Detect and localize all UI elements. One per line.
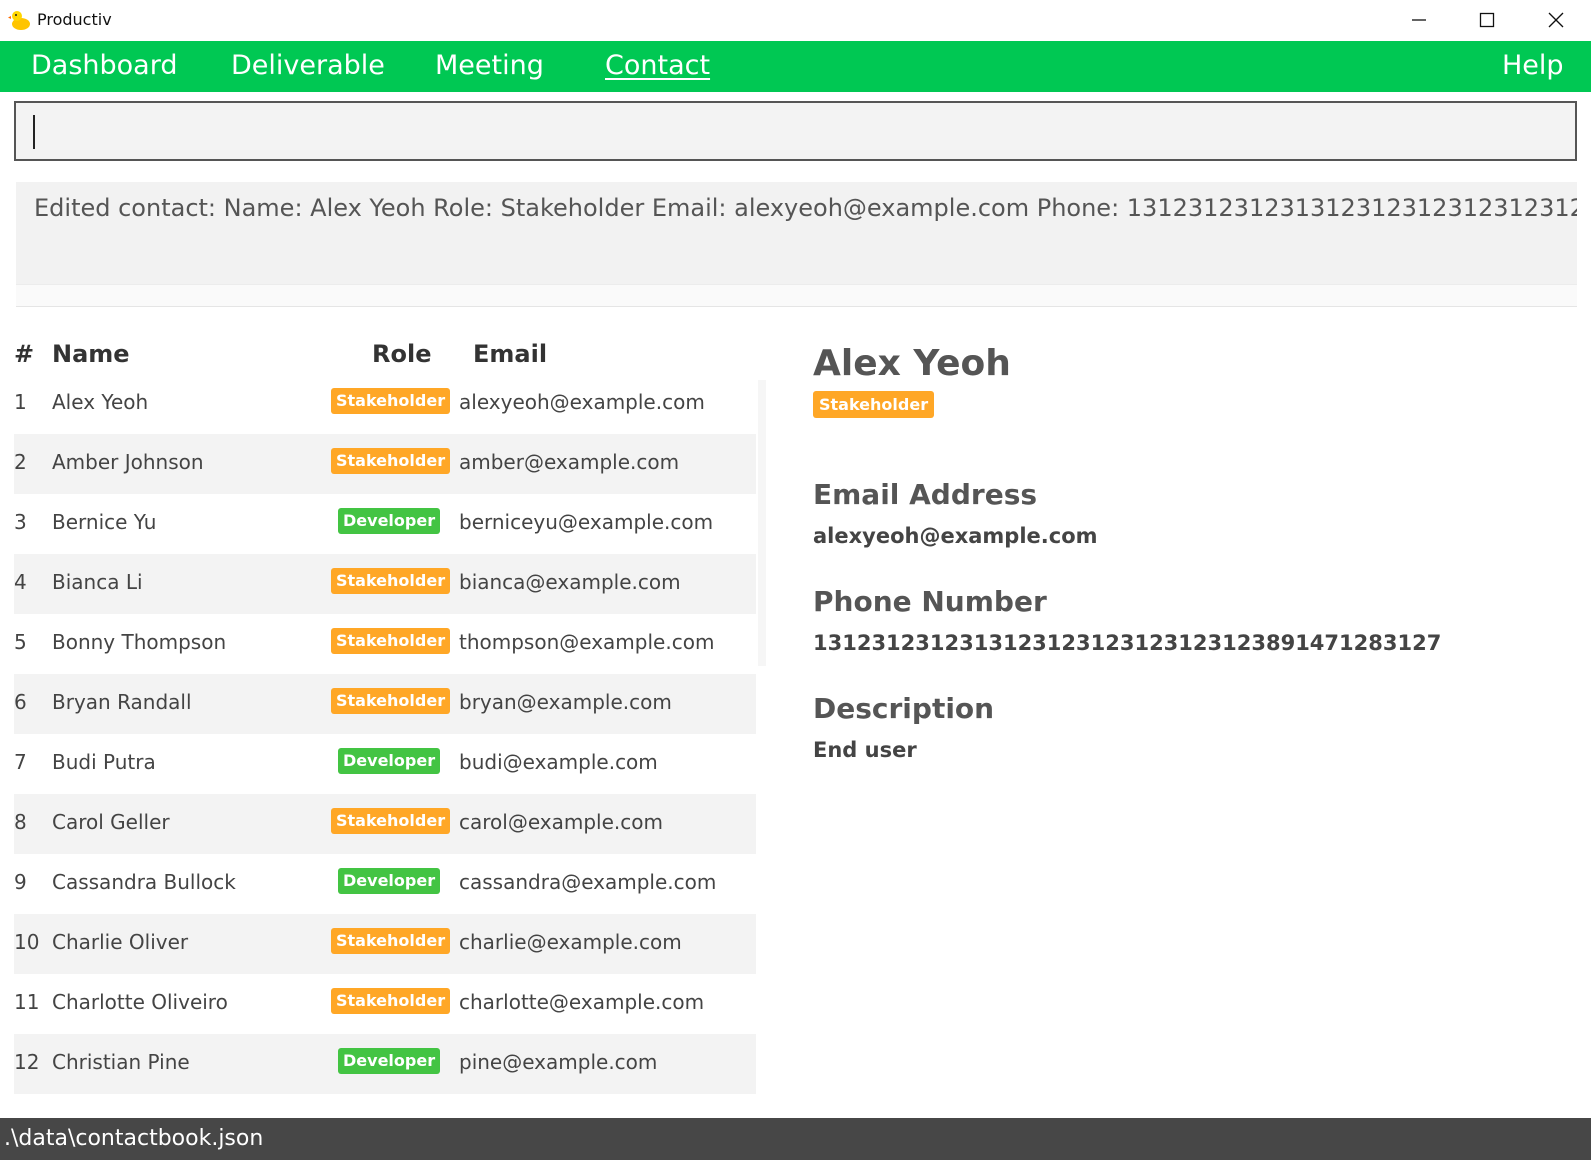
contact-name: Bryan Randall	[52, 690, 192, 714]
role-badge: Developer	[338, 868, 441, 894]
contact-row[interactable]: 2 Amber Johnson Stakeholder amber@example.c…	[14, 434, 756, 494]
role-badge: Stakeholder	[331, 628, 451, 654]
contact-name: Bernice Yu	[52, 510, 157, 534]
menu-bar: Dashboard Deliverable Meeting Contact He…	[0, 41, 1591, 92]
menu-dashboard[interactable]: Dashboard	[31, 50, 177, 82]
contact-name: Carol Geller	[52, 810, 170, 834]
header-role: Role	[372, 340, 432, 368]
menu-deliverable[interactable]: Deliverable	[231, 50, 385, 82]
contact-email: carol@example.com	[459, 810, 663, 834]
detail-email-value: alexyeoh@example.com	[813, 524, 1098, 548]
close-icon	[1548, 12, 1564, 28]
save-file-path: .\data\contactbook.json	[4, 1126, 264, 1151]
contact-row[interactable]: 6 Bryan Randall Stakeholder bryan@example.c…	[14, 674, 756, 734]
contact-email: charlotte@example.com	[459, 990, 705, 1014]
contact-email: budi@example.com	[459, 750, 658, 774]
contact-email: cassandra@example.com	[459, 870, 717, 894]
contact-name: Charlie Oliver	[52, 930, 189, 954]
minimize-button[interactable]	[1384, 0, 1454, 40]
contact-name: Christian Pine	[52, 1050, 190, 1074]
contact-name: Cassandra Bullock	[52, 870, 236, 894]
role-badge: Stakeholder	[331, 928, 451, 954]
contact-index: 9	[14, 870, 27, 894]
contact-row[interactable]: 1 Alex Yeoh Stakeholder alexyeoh@example.co…	[14, 374, 756, 434]
contact-row[interactable]: 12 Christian Pine Developer pine@example.co…	[14, 1034, 756, 1094]
contact-list: 1 Alex Yeoh Stakeholder alexyeoh@example.co…	[14, 374, 756, 1094]
contact-name: Bonny Thompson	[52, 630, 227, 654]
maximize-icon	[1479, 12, 1495, 28]
role-badge: Developer	[338, 1048, 441, 1074]
contact-index: 6	[14, 690, 27, 714]
menu-help[interactable]: Help	[1502, 50, 1564, 82]
result-display: Edited contact: Name: Alex Yeoh Role: St…	[16, 182, 1577, 307]
contact-name: Bianca Li	[52, 570, 143, 594]
header-email: Email	[473, 340, 548, 368]
contact-email: bianca@example.com	[459, 570, 681, 594]
contact-name: Charlotte Oliveiro	[52, 990, 228, 1014]
app-title: Productiv	[37, 10, 112, 29]
contact-index: 7	[14, 750, 27, 774]
role-badge: Developer	[338, 508, 441, 534]
contact-row[interactable]: 5 Bonny Thompson Stakeholder thompson@examp…	[14, 614, 756, 674]
contact-row[interactable]: 10 Charlie Oliver Stakeholder charlie@examp…	[14, 914, 756, 974]
command-input[interactable]	[14, 101, 1577, 161]
role-badge: Developer	[338, 748, 441, 774]
role-badge: Stakeholder	[331, 688, 451, 714]
contact-index: 8	[14, 810, 27, 834]
contact-row[interactable]: 7 Budi Putra Developer budi@example.com	[14, 734, 756, 794]
contact-email: amber@example.com	[459, 450, 680, 474]
contact-name: Budi Putra	[52, 750, 156, 774]
close-button[interactable]	[1521, 0, 1591, 40]
role-badge: Stakeholder	[331, 568, 451, 594]
title-bar: Productiv	[0, 0, 1591, 41]
contact-email: pine@example.com	[459, 1050, 658, 1074]
role-badge: Stakeholder	[331, 808, 451, 834]
text-caret	[33, 115, 35, 149]
detail-name: Alex Yeoh	[813, 343, 1011, 384]
contact-index: 5	[14, 630, 27, 654]
contact-index: 12	[14, 1050, 40, 1074]
rubber-duck-icon	[8, 11, 30, 30]
menu-meeting[interactable]: Meeting	[435, 50, 544, 82]
detail-description-label: Description	[813, 692, 995, 725]
contact-row[interactable]: 9 Cassandra Bullock Developer cassandra@exa…	[14, 854, 756, 914]
contact-name: Amber Johnson	[52, 450, 204, 474]
detail-phone-label: Phone Number	[813, 585, 1047, 618]
menu-contact[interactable]: Contact	[605, 50, 710, 82]
contact-index: 11	[14, 990, 40, 1014]
contact-email: thompson@example.com	[459, 630, 715, 654]
contact-index: 4	[14, 570, 27, 594]
contact-index: 1	[14, 390, 27, 414]
minimize-icon	[1412, 19, 1426, 21]
contact-row[interactable]: 3 Bernice Yu Developer berniceyu@example.co…	[14, 494, 756, 554]
role-badge: Stakeholder	[331, 448, 451, 474]
role-badge: Stakeholder	[331, 388, 451, 414]
detail-phone-value: 1312312312313123123123123123123891471283…	[813, 631, 1442, 655]
contact-index: 10	[14, 930, 40, 954]
result-message: Edited contact: Name: Alex Yeoh Role: St…	[34, 194, 1577, 222]
role-badge: Stakeholder	[331, 988, 451, 1014]
contact-row[interactable]: 4 Bianca Li Stakeholder bianca@example.com	[14, 554, 756, 614]
contact-row[interactable]: 11 Charlotte Oliveiro Stakeholder charlotte…	[14, 974, 756, 1034]
header-name: Name	[52, 340, 130, 368]
contact-name: Alex Yeoh	[52, 390, 149, 414]
header-index: #	[14, 340, 35, 368]
status-bar: .\data\contactbook.json	[0, 1118, 1591, 1160]
maximize-button[interactable]	[1452, 0, 1522, 40]
contact-email: charlie@example.com	[459, 930, 682, 954]
detail-role-badge: Stakeholder	[813, 391, 935, 418]
contact-email: berniceyu@example.com	[459, 510, 714, 534]
detail-email-label: Email Address	[813, 478, 1038, 511]
contact-row[interactable]: 8 Carol Geller Stakeholder carol@example.co…	[14, 794, 756, 854]
detail-description-value: End user	[813, 738, 917, 762]
list-scrollbar[interactable]	[758, 380, 766, 666]
result-scrollbar-track[interactable]	[16, 284, 1577, 306]
contact-index: 3	[14, 510, 27, 534]
contact-email: alexyeoh@example.com	[459, 390, 705, 414]
contact-index: 2	[14, 450, 27, 474]
contact-email: bryan@example.com	[459, 690, 672, 714]
